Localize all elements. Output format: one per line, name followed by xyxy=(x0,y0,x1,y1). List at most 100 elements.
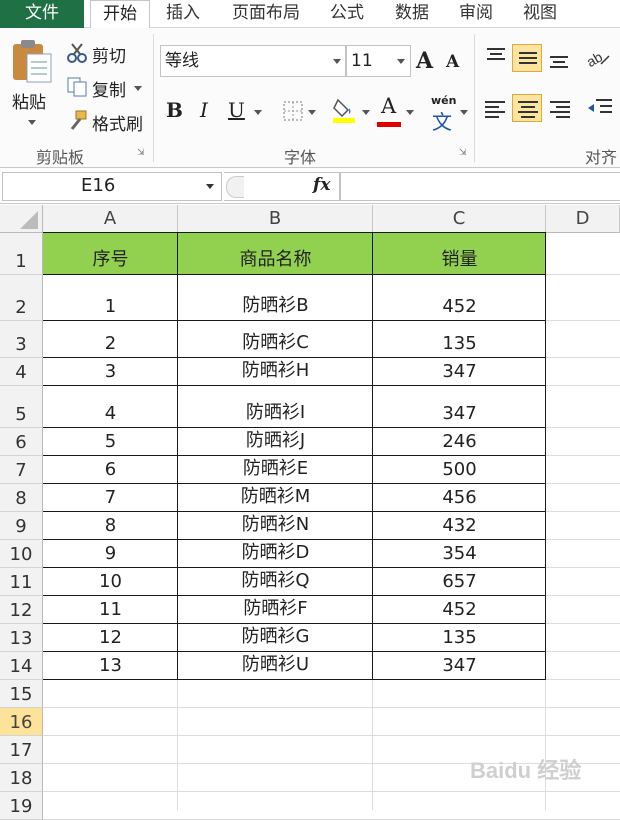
border-dropdown-icon[interactable] xyxy=(308,110,316,115)
row-header-6[interactable]: 6 xyxy=(0,428,43,456)
table-cell[interactable]: 11 xyxy=(43,596,178,624)
align-top-button[interactable] xyxy=(481,44,511,72)
table-cell[interactable]: 8 xyxy=(43,512,178,540)
table-cell[interactable]: 452 xyxy=(373,275,546,321)
row-header-2[interactable]: 2 xyxy=(0,275,43,321)
table-cell[interactable]: 12 xyxy=(43,624,178,652)
phonetic-button[interactable]: wén 文 xyxy=(430,94,458,134)
row-header-19[interactable]: 19 xyxy=(0,792,43,820)
font-color-button[interactable]: A xyxy=(381,94,396,118)
align-middle-button[interactable] xyxy=(512,44,542,72)
table-cell[interactable]: 452 xyxy=(373,596,546,624)
table-header-cell[interactable]: 商品名称 xyxy=(178,233,373,275)
border-icon[interactable] xyxy=(282,100,304,122)
row-header-7[interactable]: 7 xyxy=(0,456,43,484)
table-header-cell[interactable]: 销量 xyxy=(373,233,546,275)
table-cell[interactable]: 防晒衫H xyxy=(178,358,373,386)
table-cell[interactable]: 347 xyxy=(373,652,546,680)
table-cell[interactable]: 防晒衫D xyxy=(178,540,373,568)
fill-color-icon[interactable] xyxy=(332,96,358,124)
paste-label[interactable]: 粘贴 xyxy=(12,88,46,113)
paste-dropdown-icon[interactable] xyxy=(28,120,36,125)
table-cell[interactable]: 347 xyxy=(373,386,546,428)
italic-button[interactable]: I xyxy=(200,98,208,122)
row-header-16[interactable]: 16 xyxy=(0,708,43,736)
table-cell[interactable]: 500 xyxy=(373,456,546,484)
table-cell[interactable]: 防晒衫C xyxy=(178,321,373,358)
table-cell[interactable]: 防晒衫M xyxy=(178,484,373,512)
table-cell[interactable]: 135 xyxy=(373,624,546,652)
name-box[interactable]: E16 xyxy=(2,172,222,201)
table-cell[interactable]: 防晒衫G xyxy=(178,624,373,652)
tab-file[interactable]: 文件 xyxy=(0,0,84,28)
font-name-select[interactable]: 等线 xyxy=(160,45,346,77)
table-cell[interactable]: 防晒衫F xyxy=(178,596,373,624)
copy-button[interactable]: 复制 xyxy=(92,76,126,101)
table-cell[interactable]: 1 xyxy=(43,275,178,321)
tab-review[interactable]: 审阅 xyxy=(450,0,502,28)
copy-dropdown-icon[interactable] xyxy=(134,86,142,91)
tab-data[interactable]: 数据 xyxy=(386,0,438,28)
font-launcher-icon[interactable]: ⇲ xyxy=(459,148,469,158)
row-header-18[interactable]: 18 xyxy=(0,764,43,792)
cut-button[interactable]: 剪切 xyxy=(92,42,126,67)
tab-insert[interactable]: 插入 xyxy=(157,0,209,28)
table-cell[interactable]: 657 xyxy=(373,568,546,596)
table-cell[interactable]: 4 xyxy=(43,386,178,428)
copy-icon[interactable] xyxy=(66,76,88,98)
font-color-dropdown-icon[interactable] xyxy=(406,110,414,115)
row-header-14[interactable]: 14 xyxy=(0,652,43,680)
table-cell[interactable]: 7 xyxy=(43,484,178,512)
orientation-icon[interactable]: ab xyxy=(584,46,613,70)
bold-button[interactable]: B xyxy=(166,98,183,122)
table-cell[interactable]: 135 xyxy=(373,321,546,358)
underline-button[interactable]: U xyxy=(228,98,245,122)
table-cell[interactable]: 13 xyxy=(43,652,178,680)
align-bottom-button[interactable] xyxy=(544,44,574,72)
table-cell[interactable]: 9 xyxy=(43,540,178,568)
table-cell[interactable]: 防晒衫U xyxy=(178,652,373,680)
table-cell[interactable]: 456 xyxy=(373,484,546,512)
row-header-12[interactable]: 12 xyxy=(0,596,43,624)
row-header-5[interactable]: 5 xyxy=(0,386,43,428)
table-cell[interactable]: 防晒衫Q xyxy=(178,568,373,596)
align-left-button[interactable] xyxy=(481,94,511,122)
shrink-font-button[interactable]: A xyxy=(446,52,459,72)
row-header-10[interactable]: 10 xyxy=(0,540,43,568)
column-header-a[interactable]: A xyxy=(43,205,178,233)
clipboard-launcher-icon[interactable]: ⇲ xyxy=(137,148,147,158)
align-center-button[interactable] xyxy=(512,94,542,122)
fill-color-dropdown-icon[interactable] xyxy=(362,110,370,115)
row-header-3[interactable]: 3 xyxy=(0,321,43,358)
font-size-select[interactable]: 11 xyxy=(346,45,411,77)
row-header-11[interactable]: 11 xyxy=(0,568,43,596)
row-header-13[interactable]: 13 xyxy=(0,624,43,652)
table-header-cell[interactable]: 序号 xyxy=(43,233,178,275)
table-cell[interactable]: 防晒衫J xyxy=(178,428,373,456)
table-cell[interactable]: 防晒衫N xyxy=(178,512,373,540)
table-cell[interactable]: 354 xyxy=(373,540,546,568)
tab-page-layout[interactable]: 页面布局 xyxy=(221,0,311,28)
tab-view[interactable]: 视图 xyxy=(514,0,566,28)
row-header-9[interactable]: 9 xyxy=(0,512,43,540)
paste-button[interactable] xyxy=(10,38,54,84)
grow-font-button[interactable]: A xyxy=(416,48,433,74)
align-right-button[interactable] xyxy=(544,94,574,122)
format-painter-button[interactable]: 格式刷 xyxy=(92,110,143,135)
table-cell[interactable]: 347 xyxy=(373,358,546,386)
formula-splitter[interactable] xyxy=(226,176,244,198)
row-header-8[interactable]: 8 xyxy=(0,484,43,512)
table-cell[interactable]: 6 xyxy=(43,456,178,484)
row-header-4[interactable]: 4 xyxy=(0,358,43,386)
column-header-d[interactable]: D xyxy=(546,205,620,233)
row-header-15[interactable]: 15 xyxy=(0,680,43,708)
row-header-17[interactable]: 17 xyxy=(0,736,43,764)
table-cell[interactable]: 10 xyxy=(43,568,178,596)
scissors-icon[interactable] xyxy=(66,42,88,64)
table-cell[interactable]: 246 xyxy=(373,428,546,456)
formula-input[interactable] xyxy=(340,172,620,201)
table-cell[interactable]: 防晒衫E xyxy=(178,456,373,484)
chevron-down-icon[interactable] xyxy=(206,184,214,189)
phonetic-dropdown-icon[interactable] xyxy=(460,110,468,115)
insert-function-icon[interactable]: fx xyxy=(313,175,330,195)
